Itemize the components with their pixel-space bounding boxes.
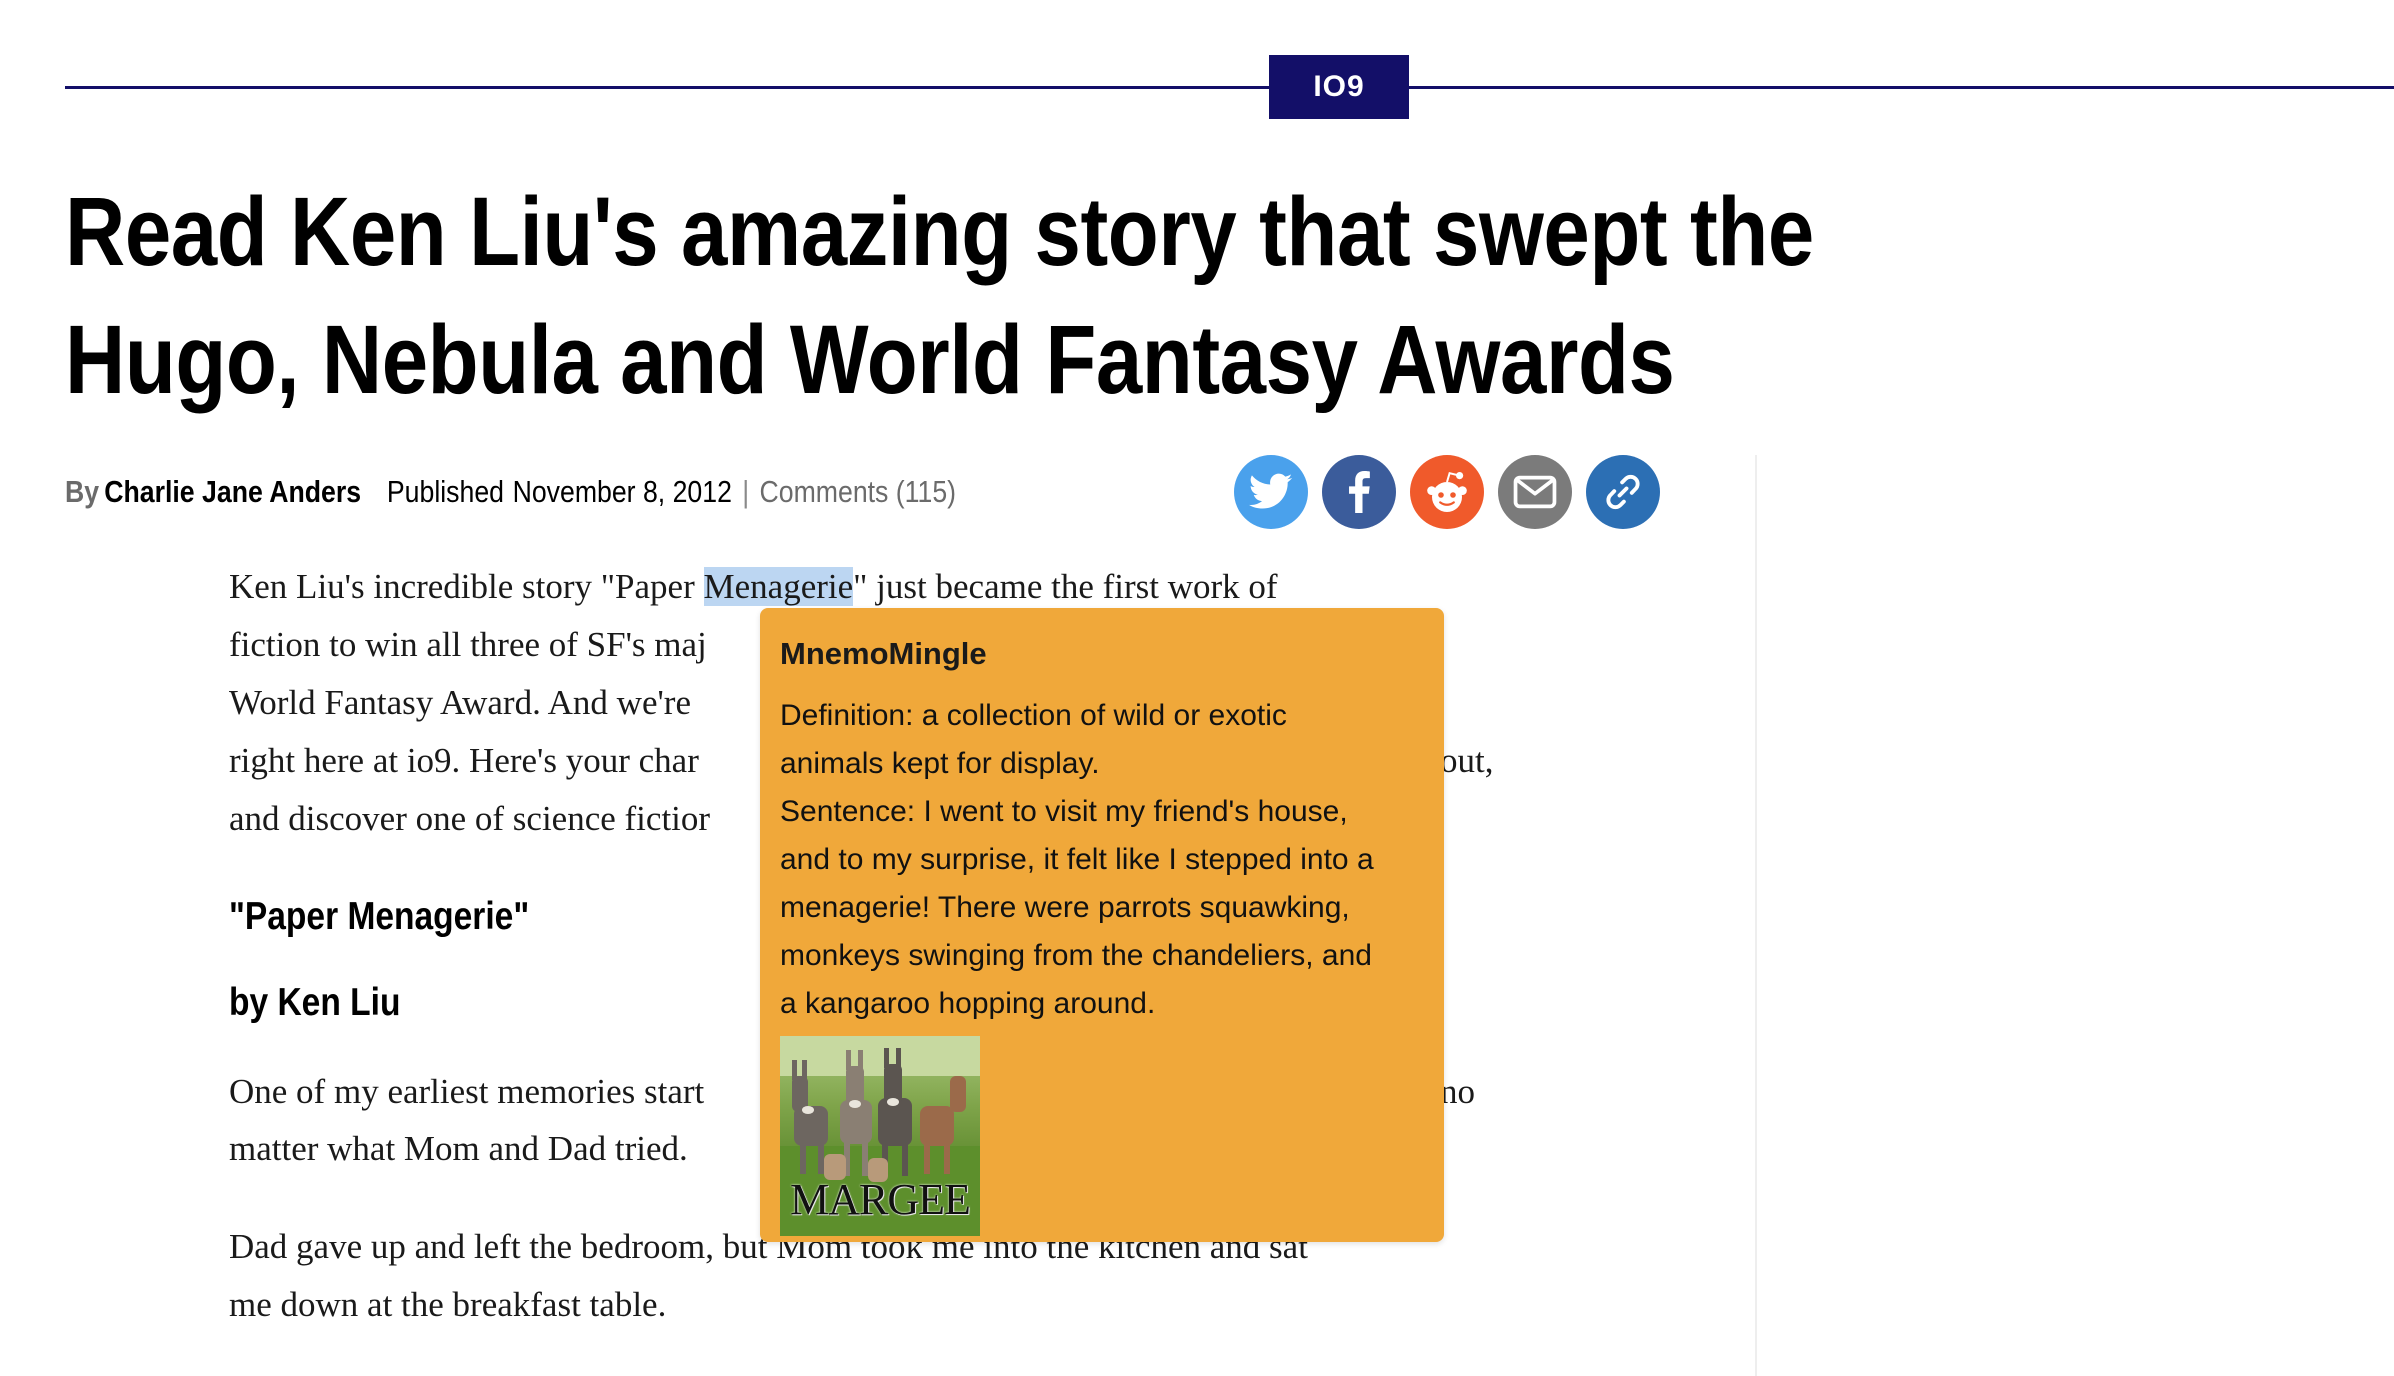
article-paragraph-2-line-2: matter what Mom and Dad tried. (229, 1129, 688, 1168)
article-headline: Read Ken Liu's amazing story that swept … (65, 177, 1814, 414)
article-paragraph-1-line-2: fiction to win all three of SF's maj (229, 625, 707, 664)
share-facebook-button[interactable] (1322, 455, 1396, 529)
popup-illustration-image: MARGEE (780, 1036, 980, 1236)
story-author: by Ken Liu (229, 981, 401, 1024)
byline-by-prefix: By (65, 474, 100, 509)
sidebar-divider (1755, 455, 1757, 1376)
chain-link-icon (1606, 474, 1640, 510)
share-twitter-button[interactable] (1234, 455, 1308, 529)
popup-sentence-line: Sentence: I went to visit my friend's ho… (780, 795, 1348, 828)
facebook-f-icon (1349, 471, 1370, 513)
section-divider-line (65, 86, 2394, 89)
popup-sentence-line: and to my surprise, it felt like I stepp… (780, 843, 1374, 876)
text-segment: Ken Liu's incredible story "Paper (229, 567, 704, 606)
published-label: Published (386, 474, 504, 509)
article-paragraph-1-line-4-tail: out, (1440, 741, 1494, 780)
text-segment: " just became the first work of (853, 567, 1278, 606)
illustration-logo-text: MARGEE (790, 1178, 971, 1222)
popup-title: MnemoMingle (780, 636, 987, 671)
highlighted-word[interactable]: Menagerie (703, 567, 854, 606)
popup-definition-line: animals kept for display. (780, 747, 1100, 780)
share-buttons (1234, 455, 1660, 529)
story-title: "Paper Menagerie" (229, 895, 530, 938)
popup-sentence-line: a kangaroo hopping around. (780, 987, 1156, 1020)
share-email-button[interactable] (1498, 455, 1572, 529)
comments-link[interactable]: Comments (115) (759, 474, 956, 510)
article-paragraph-3-line-2: me down at the breakfast table. (229, 1285, 667, 1324)
article-paragraph-1-line-3: World Fantasy Award. And we're (229, 683, 691, 722)
reddit-alien-icon (1427, 472, 1467, 512)
section-badge-io9[interactable]: IO9 (1269, 55, 1409, 119)
twitter-bird-icon (1249, 473, 1293, 509)
envelope-icon (1513, 475, 1557, 509)
popup-definition-line: Definition: a collection of wild or exot… (780, 699, 1287, 732)
published-date: November 8, 2012 (512, 474, 732, 509)
author-link[interactable]: Charlie Jane Anders (104, 474, 361, 510)
definition-popup[interactable]: MnemoMingle Definition: a collection of … (760, 608, 1444, 1242)
byline: By Charlie Jane Anders Published Novembe… (65, 467, 956, 517)
share-reddit-button[interactable] (1410, 455, 1484, 529)
popup-sentence-line: menagerie! There were parrots squawking, (780, 891, 1350, 924)
article-paragraph-2-line-1: One of my earliest memories start (229, 1072, 705, 1111)
article-paragraph-1-line-5: and discover one of science fictior (229, 799, 711, 838)
byline-separator: | (742, 474, 750, 509)
article-paragraph-1-line-4: right here at io9. Here's your char (229, 741, 699, 780)
popup-sentence-line: monkeys swinging from the chandeliers, a… (780, 939, 1372, 972)
article-paragraph-2-line-1-tail: no (1440, 1072, 1475, 1111)
share-link-button[interactable] (1586, 455, 1660, 529)
